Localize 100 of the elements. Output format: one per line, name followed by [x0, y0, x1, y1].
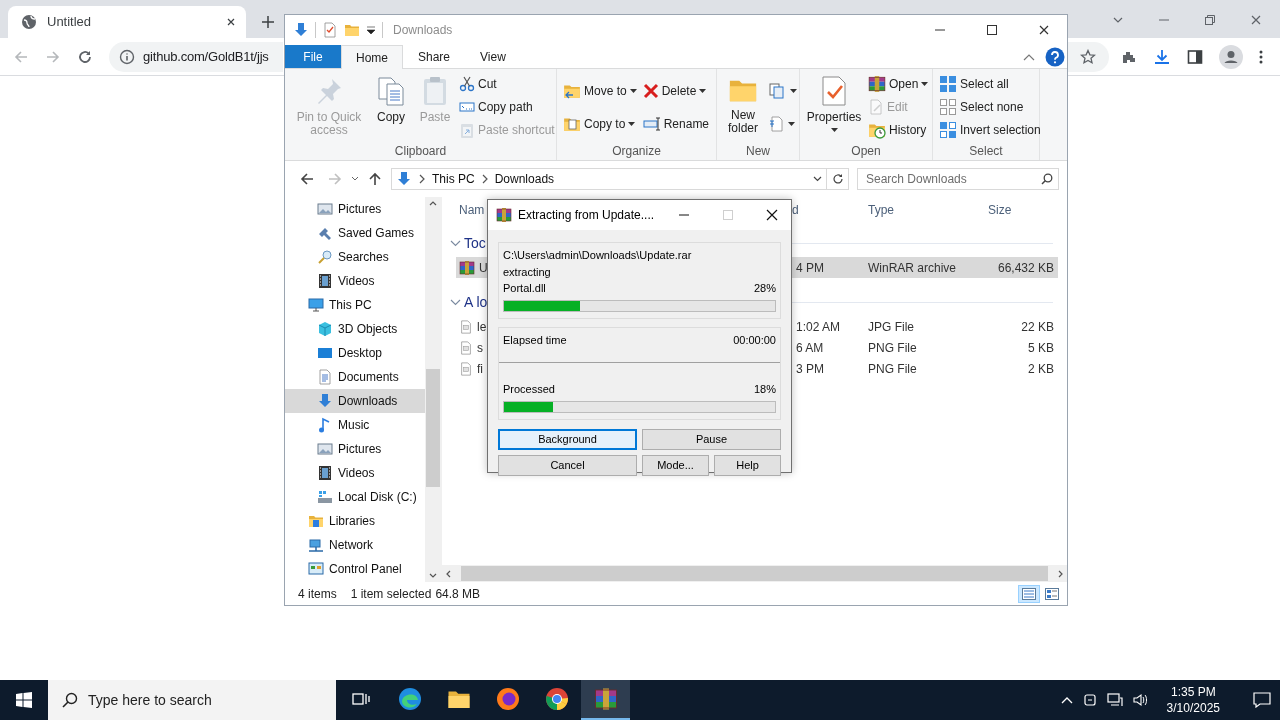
close-icon[interactable] — [226, 17, 236, 27]
caret-icon[interactable] — [921, 81, 929, 86]
ribbon-button[interactable]: Select none — [937, 96, 1043, 117]
scrollbar[interactable] — [425, 197, 441, 582]
network-icon[interactable] — [1106, 693, 1123, 707]
dialog-button[interactable]: Help — [714, 454, 781, 476]
notifications-icon[interactable] — [1253, 692, 1271, 708]
caret-icon[interactable] — [629, 88, 637, 93]
ribbon-tab[interactable]: Share — [403, 45, 466, 68]
ribbon-button[interactable]: Move to — [561, 80, 639, 102]
breadcrumb[interactable]: This PC — [432, 170, 475, 188]
ribbon-tab[interactable]: Home — [341, 45, 403, 69]
new-tab-icon[interactable] — [261, 15, 275, 29]
up-icon[interactable] — [367, 171, 383, 187]
recent-locations-icon[interactable] — [351, 176, 359, 182]
reload-icon[interactable] — [77, 48, 93, 65]
nav-item[interactable]: Local Disk (C:) — [285, 485, 425, 509]
close-icon[interactable] — [765, 208, 779, 222]
icon-button[interactable] — [767, 80, 799, 102]
breadcrumb-separator-icon[interactable] — [418, 174, 426, 184]
ribbon-button[interactable]: Copy to — [561, 113, 639, 135]
nav-item[interactable]: Videos — [285, 461, 425, 485]
caret-icon[interactable] — [790, 88, 797, 93]
tray-device-icon[interactable] — [1082, 692, 1097, 708]
dialog-button[interactable]: Background — [498, 428, 637, 450]
tray-chevron-icon[interactable] — [1060, 696, 1073, 704]
breadcrumb-separator-icon[interactable] — [480, 174, 489, 184]
column-header[interactable]: d — [788, 201, 860, 219]
search-field[interactable]: Search Downloads — [857, 168, 1059, 190]
nav-item[interactable]: Documents — [285, 365, 425, 389]
nav-item[interactable]: Searches — [285, 245, 425, 269]
close-icon[interactable] — [1038, 24, 1050, 36]
address-field[interactable]: This PC Downloads — [391, 168, 827, 190]
ribbon-button[interactable]: Open — [866, 73, 931, 94]
chevron-down-icon[interactable] — [450, 298, 461, 306]
ribbon-button[interactable]: Copy — [369, 73, 413, 126]
download-icon[interactable] — [1153, 47, 1171, 66]
nav-item[interactable]: Desktop — [285, 341, 425, 365]
group-header[interactable]: Toc — [464, 232, 486, 254]
nav-item[interactable]: Videos — [285, 269, 425, 293]
caret-icon[interactable] — [830, 128, 838, 132]
bookmark-button[interactable] — [1067, 41, 1109, 72]
dialog-button[interactable]: Cancel — [498, 454, 637, 476]
refresh-icon[interactable] — [831, 173, 844, 185]
caret-icon[interactable] — [699, 88, 707, 93]
ribbon-button[interactable]: New folder — [721, 73, 765, 137]
maximize-icon[interactable] — [986, 24, 998, 36]
file-menu-tab[interactable]: File — [285, 45, 341, 68]
nav-item[interactable]: Pictures — [285, 437, 425, 461]
group-header[interactable]: A lo — [464, 291, 488, 313]
browser-tab[interactable]: Untitled — [8, 6, 246, 38]
info-icon[interactable] — [119, 48, 135, 65]
ribbon-button[interactable]: Copy path — [457, 96, 557, 117]
help-icon[interactable] — [1045, 46, 1065, 67]
scroll-up-icon[interactable] — [429, 201, 437, 206]
menu-icon[interactable] — [1259, 48, 1263, 65]
ribbon-button[interactable]: Properties — [804, 73, 864, 134]
breadcrumb[interactable]: Downloads — [494, 170, 555, 188]
nav-item[interactable]: Saved Games — [285, 221, 425, 245]
caret-icon[interactable] — [788, 122, 795, 127]
nav-item[interactable]: Network — [285, 533, 425, 557]
dialog-button[interactable]: Mode... — [642, 454, 709, 476]
column-header[interactable]: Nam — [456, 201, 490, 219]
volume-icon[interactable] — [1132, 693, 1149, 707]
collapse-ribbon-icon[interactable] — [1023, 52, 1035, 61]
customize-icon[interactable] — [366, 25, 376, 35]
search-icon[interactable] — [1041, 173, 1053, 185]
restore-icon[interactable] — [1204, 14, 1216, 26]
view-button[interactable] — [1018, 584, 1040, 603]
address-bar[interactable]: github.com/GoldB1t/jjs — [109, 41, 283, 72]
windows-start-icon[interactable] — [16, 692, 32, 708]
dialog-button[interactable]: Pause — [642, 428, 781, 450]
back-icon[interactable] — [299, 171, 315, 187]
caret-icon[interactable] — [628, 122, 636, 127]
ribbon-button[interactable]: History — [866, 119, 931, 140]
nav-item[interactable]: Control Panel — [285, 557, 425, 581]
nav-item[interactable]: Downloads — [285, 389, 425, 413]
nav-item[interactable]: Pictures — [285, 197, 425, 221]
ribbon-button[interactable]: Cut — [457, 73, 557, 94]
scroll-down-icon[interactable] — [429, 573, 437, 578]
profile-avatar[interactable] — [1219, 44, 1243, 69]
scrollbar[interactable] — [442, 565, 1067, 582]
taskbar-search-field[interactable]: Type here to search — [48, 680, 336, 720]
nav-item[interactable]: This PC — [285, 293, 425, 317]
ribbon-button[interactable]: Select all — [937, 73, 1043, 94]
taskbar-app[interactable] — [581, 680, 630, 720]
nav-item[interactable]: 3D Objects — [285, 317, 425, 341]
address-dropdown-icon[interactable] — [813, 176, 822, 182]
chevron-down-icon[interactable] — [450, 239, 461, 247]
scroll-left-icon[interactable] — [446, 569, 451, 578]
ribbon-button[interactable]: Rename — [640, 113, 712, 135]
nav-item[interactable]: Music — [285, 413, 425, 437]
ribbon-button[interactable]: Delete — [640, 80, 712, 102]
scroll-right-icon[interactable] — [1058, 569, 1063, 578]
ribbon-tab[interactable]: View — [465, 45, 521, 68]
column-header[interactable]: Size — [980, 201, 1058, 219]
clock[interactable]: 1:35 PM 3/10/2025 — [1166, 684, 1220, 716]
ribbon-button[interactable]: Invert selection — [937, 119, 1043, 140]
side-panel-icon[interactable] — [1187, 48, 1203, 65]
column-header[interactable]: Type — [860, 201, 980, 219]
